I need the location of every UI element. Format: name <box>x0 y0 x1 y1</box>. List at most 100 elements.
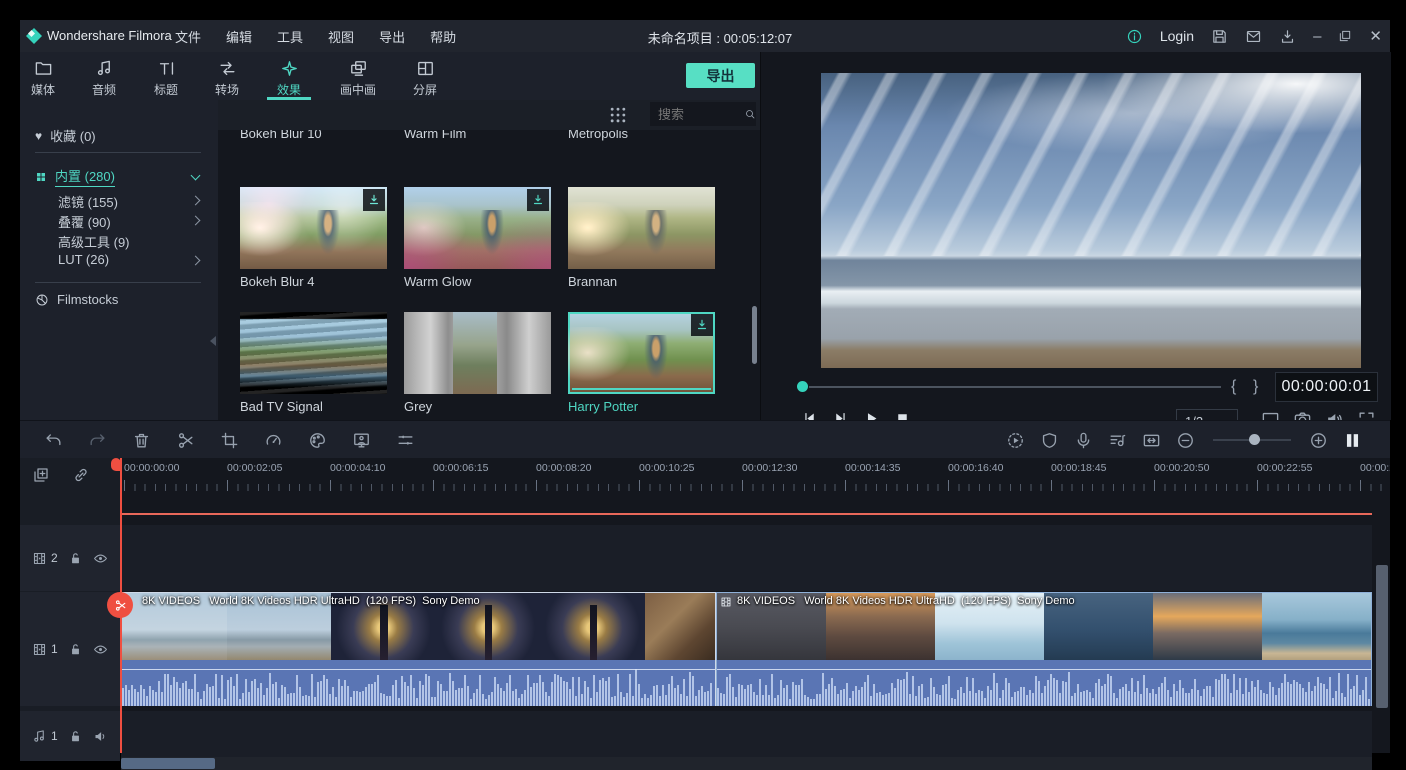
mail-icon[interactable] <box>1245 28 1262 45</box>
crop-icon[interactable] <box>220 431 239 450</box>
tab-transitions[interactable]: 转场 <box>195 59 259 98</box>
adjust-sliders-icon[interactable] <box>396 431 415 450</box>
delete-icon[interactable] <box>132 431 151 450</box>
search-input[interactable] <box>650 106 744 123</box>
effect-harry-potter[interactable]: Harry Potter <box>568 312 715 414</box>
effect-bad-tv-signal[interactable]: Bad TV Signal <box>240 312 387 414</box>
save-icon[interactable] <box>1211 28 1228 45</box>
sparkle-icon <box>280 59 299 78</box>
download-icon[interactable] <box>1279 28 1296 45</box>
info-icon[interactable] <box>1126 28 1143 45</box>
lock-icon[interactable] <box>68 642 83 657</box>
search-icon[interactable] <box>744 107 756 121</box>
eye-icon[interactable] <box>93 551 108 566</box>
sidebar-filmstocks[interactable]: Filmstocks <box>35 292 118 307</box>
app-brand: Wondershare Filmora <box>47 28 172 43</box>
minimize-button[interactable]: – <box>1313 29 1321 44</box>
fit-timeline-icon[interactable] <box>1142 431 1161 450</box>
split-scissors-icon[interactable] <box>176 431 195 450</box>
sidebar-item-advanced-tools[interactable]: 高级工具 (9) <box>58 232 130 251</box>
tab-audio[interactable]: 音频 <box>72 59 136 98</box>
undo-icon[interactable] <box>44 431 63 450</box>
quick-split-button[interactable] <box>107 592 133 618</box>
panel-layout-icon[interactable] <box>1343 431 1362 450</box>
export-button[interactable]: 导出 <box>686 63 755 88</box>
zoom-in-icon[interactable] <box>1309 431 1328 450</box>
tab-splitscreen[interactable]: 分屏 <box>393 59 457 98</box>
mark-out-button[interactable]: } <box>1253 378 1258 396</box>
tab-media[interactable]: 媒体 <box>11 59 75 98</box>
download-badge[interactable] <box>527 189 549 211</box>
chevron-right-icon[interactable] <box>191 216 201 226</box>
sidebar-item-overlays[interactable]: 叠覆 (90) <box>58 212 111 231</box>
speed-icon[interactable] <box>264 431 283 450</box>
effect-grey[interactable]: Grey <box>404 312 551 414</box>
color-correction-icon[interactable] <box>308 431 327 450</box>
timeline-clip-2[interactable]: 8K VIDEOS World 8K Videos HDR UltraHD (1… <box>716 592 1372 706</box>
timeline-ruler[interactable]: 00:00:00:0000:00:02:0500:00:04:1000:00:0… <box>121 458 1390 496</box>
playhead[interactable] <box>120 458 122 753</box>
sidebar-item-lut[interactable]: LUT (26) <box>58 252 109 267</box>
track-lane-video2[interactable] <box>121 525 1372 591</box>
green-screen-icon[interactable] <box>352 431 371 450</box>
chevron-right-icon[interactable] <box>191 196 201 206</box>
download-arrow-icon <box>367 193 381 207</box>
tab-titles[interactable]: 标题 <box>134 59 198 98</box>
chevron-down-icon[interactable] <box>191 171 201 181</box>
panel-collapse-arrow[interactable] <box>210 336 216 346</box>
menu-help[interactable]: 帮助 <box>430 27 456 46</box>
menu-file[interactable]: 文件 <box>175 27 201 46</box>
sidebar-favorites[interactable]: ♥ 收藏 (0) <box>35 126 96 145</box>
clip-extent-line <box>121 513 1372 515</box>
download-badge[interactable] <box>691 314 713 336</box>
link-icon[interactable] <box>72 466 90 484</box>
timeline-hscrollbar[interactable] <box>121 757 1372 770</box>
record-voiceover-icon[interactable] <box>1074 431 1093 450</box>
restore-button[interactable] <box>1338 29 1352 43</box>
mute-speaker-icon[interactable] <box>93 729 108 744</box>
eye-icon[interactable] <box>93 642 108 657</box>
tab-pip[interactable]: 画中画 <box>326 59 390 98</box>
redo-icon[interactable] <box>88 431 107 450</box>
zoom-slider-handle[interactable] <box>1249 434 1260 445</box>
render-preview-icon[interactable] <box>1006 431 1025 450</box>
lock-icon[interactable] <box>68 551 83 566</box>
tab-effects[interactable]: 效果 <box>257 59 321 98</box>
preview-scrubber-handle[interactable] <box>797 381 808 392</box>
zoom-out-icon[interactable] <box>1176 431 1195 450</box>
lock-icon[interactable] <box>68 729 83 744</box>
grid-view-icon[interactable] <box>608 105 628 125</box>
effect-thumbnail <box>404 312 551 394</box>
effect-bokeh-blur-4[interactable]: Bokeh Blur 4 <box>240 187 387 289</box>
timeline-zoom-slider[interactable] <box>1213 439 1291 441</box>
menu-tools[interactable]: 工具 <box>277 27 303 46</box>
track-header-column: 2 1 1 <box>20 458 120 753</box>
menu-edit[interactable]: 编辑 <box>226 27 252 46</box>
close-button[interactable]: ✕ <box>1369 29 1382 44</box>
divider <box>35 152 201 153</box>
chevron-right-icon[interactable] <box>191 256 201 266</box>
add-track-icon[interactable] <box>32 466 50 484</box>
mark-in-button[interactable]: { <box>1231 378 1236 396</box>
marker-icon[interactable] <box>1040 431 1059 450</box>
track-lane-audio1[interactable] <box>121 711 1372 761</box>
video-preview[interactable] <box>821 73 1361 368</box>
menu-export[interactable]: 导出 <box>379 27 405 46</box>
download-arrow-icon <box>695 318 709 332</box>
effects-scrollbar[interactable] <box>752 306 757 364</box>
timeline-vscrollbar[interactable] <box>1376 565 1388 708</box>
timeline-clip-1[interactable]: 8K VIDEOS World 8K Videos HDR UltraHD (1… <box>121 592 716 706</box>
sidebar-item-filters[interactable]: 滤镜 (155) <box>58 192 118 211</box>
titlebar-right: Login – ✕ <box>1126 20 1382 52</box>
login-button[interactable]: Login <box>1160 28 1194 44</box>
hscrollbar-thumb[interactable] <box>121 758 215 769</box>
audio-mixer-icon[interactable] <box>1108 431 1127 450</box>
sidebar-builtin[interactable]: 内置 (280) <box>35 166 115 187</box>
playhead-flag[interactable] <box>111 458 121 471</box>
download-badge[interactable] <box>363 189 385 211</box>
effect-warm-glow[interactable]: Warm Glow <box>404 187 551 289</box>
menu-view[interactable]: 视图 <box>328 27 354 46</box>
effect-brannan[interactable]: Brannan <box>568 187 715 289</box>
preview-scrubber-track[interactable] <box>809 386 1221 388</box>
title-bar: Wondershare Filmora 文件 编辑 工具 视图 导出 帮助 未命… <box>20 20 1390 53</box>
